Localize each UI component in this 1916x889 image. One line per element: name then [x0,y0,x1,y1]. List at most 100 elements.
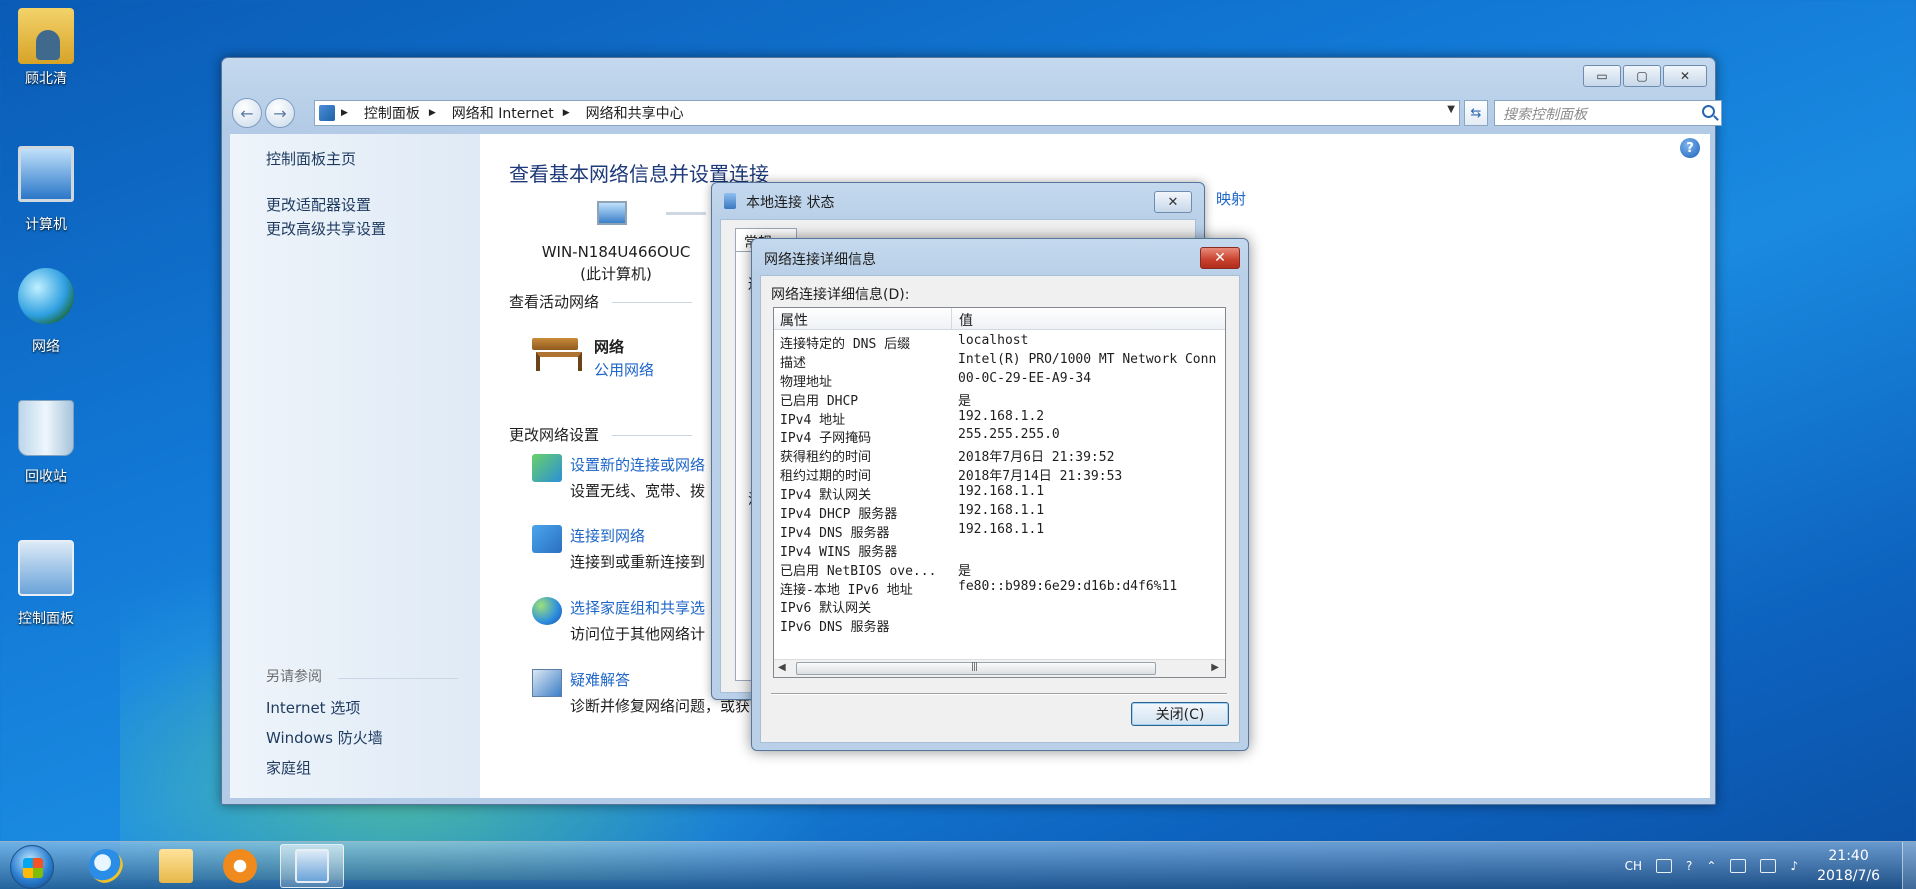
search-icon[interactable] [1702,105,1715,118]
search-input[interactable]: 搜索控制面板 [1494,100,1722,126]
volume-icon[interactable]: ♪ [1790,859,1798,873]
property-cell: IPv6 默认网关 [780,601,872,617]
arrow-right-icon: → [273,103,287,123]
list-item[interactable]: IPv4 默认网关 192.168.1.1 [774,483,1225,504]
desktop-icon-recycle-bin[interactable]: 回收站 [6,400,86,486]
property-cell: 已启用 DHCP [780,393,859,409]
breadcrumb-sharing-center[interactable]: 网络和共享中心 [586,103,684,123]
list-item[interactable]: 已启用 DHCP 是 [774,389,1225,409]
address-bar[interactable]: ▶ 控制面板 ▶ 网络和 Internet ▶ 网络和共享中心 ▼ [314,100,1460,126]
list-item[interactable]: 获得租约的时间 2018年7月6日 21:39:52 [774,445,1225,466]
list-item[interactable]: IPv4 DNS 服务器 192.168.1.1 [774,521,1225,541]
left-item-advanced-sharing[interactable]: 更改高级共享设置 [266,218,386,239]
column-header-value[interactable]: 值 [953,308,979,330]
see-full-map-link[interactable]: 映射 [1216,188,1246,209]
network-connection-details-dialog: 网络连接详细信息 ✕ 网络连接详细信息(D): 属性 值 连接特定的 DNS 后… [751,238,1249,751]
left-item-windows-firewall[interactable]: Windows 防火墙 [266,727,383,748]
breadcrumb-label: 网络和共享中心 [585,106,684,122]
breadcrumb-network-internet[interactable]: 网络和 Internet ▶ [452,103,578,123]
list-item[interactable]: 描述 Intel(R) PRO/1000 MT Network Conn [774,351,1225,371]
value-cell: 2018年7月6日 21:39:52 [958,450,1115,466]
desktop-icon-user-folder[interactable]: 顾北清 [6,8,86,88]
refresh-button[interactable]: ⇆ [1464,100,1488,126]
clock-date: 2018/7/6 [1817,868,1880,884]
close-button[interactable]: ✕ [1200,247,1240,269]
desktop-icon-computer[interactable]: 计算机 [6,146,86,234]
network-name: 网络 [594,338,625,356]
scroll-right-icon[interactable]: ▶ [1211,662,1219,673]
value-cell: 255.255.255.0 [958,427,1060,443]
control-panel-icon [319,105,335,121]
network-type-link[interactable]: 公用网络 [594,359,654,380]
list-item[interactable]: 物理地址 00-0C-29-EE-A9-34 [774,370,1225,390]
desktop-icon-network[interactable]: 网络 [6,268,86,356]
network-tray-icon[interactable] [1760,859,1777,873]
left-item-control-panel-home[interactable]: 控制面板主页 [266,148,356,169]
close-dialog-button[interactable]: 关闭(C) [1131,702,1229,726]
keyboard-icon[interactable] [1656,859,1672,873]
details-list[interactable]: 属性 值 连接特定的 DNS 后缀 localhost 描述 Intel(R) PRO… [773,307,1226,678]
horizontal-scrollbar[interactable]: ◀ ||| ▶ [774,659,1225,677]
list-item[interactable]: 连接-本地 IPv6 地址 fe80::b989:6e29:d16b:d4f6%1… [774,578,1225,598]
breadcrumb-root[interactable]: ▶ [341,108,356,118]
help-icon[interactable]: ? [1680,138,1700,158]
taskbar: CH ? ⌃ ♪ 21:40 2018/7/6 [0,841,1916,889]
close-button[interactable]: ✕ [1154,191,1192,213]
scrollbar-thumb[interactable]: ||| [796,662,1156,675]
list-item[interactable]: IPv4 DHCP 服务器 192.168.1.1 [774,502,1225,522]
property-cell: IPv4 子网掩码 [780,431,872,447]
breadcrumb-control-panel[interactable]: 控制面板 ▶ [364,103,444,123]
desktop-icon-control-panel[interactable]: 控制面板 [6,540,86,628]
list-item[interactable]: IPv4 地址 192.168.1.2 [774,408,1225,428]
control-panel-icon [295,849,329,883]
task-link-troubleshoot[interactable]: 疑难解答 [570,669,630,690]
list-item[interactable]: 已启用 NetBIOS ove... 是 [774,559,1225,579]
task-link-new-connection[interactable]: 设置新的连接或网络 [570,454,705,475]
computer-sub-label: (此计算机) [580,265,652,283]
task-link-homegroup[interactable]: 选择家庭组和共享选 [570,597,705,618]
desktop-icon-label: 控制面板 [18,611,74,627]
property-cell: 租约过期的时间 [780,469,872,485]
property-cell: 连接特定的 DNS 后缀 [780,337,911,352]
forward-button[interactable]: → [265,98,295,128]
language-indicator[interactable]: CH [1625,859,1642,873]
network-map-line [666,212,706,215]
help-tray-icon[interactable]: ? [1686,859,1692,873]
maximize-button[interactable]: ▢ [1623,65,1661,87]
value-cell: 00-0C-29-EE-A9-34 [958,370,1092,386]
property-cell: 已启用 NetBIOS ove... [780,563,937,579]
clock[interactable]: 21:40 2018/7/6 [1817,846,1880,886]
show-desktop-button[interactable] [1902,842,1916,889]
list-item[interactable]: IPv4 WINS 服务器 [774,540,1225,560]
taskbar-ie[interactable] [74,844,138,888]
scroll-left-icon[interactable]: ◀ [778,662,786,673]
list-item[interactable]: 连接特定的 DNS 后缀 localhost [774,332,1225,352]
close-button[interactable]: ✕ [1663,65,1707,87]
user-folder-icon [18,8,74,64]
list-item[interactable]: IPv6 默认网关 [774,596,1225,617]
value-cell: 192.168.1.1 [958,484,1045,500]
left-item-internet-options[interactable]: Internet 选项 [266,697,360,718]
property-cell: IPv4 默认网关 [780,488,872,504]
list-item[interactable]: IPv6 DNS 服务器 [774,615,1225,635]
list-item[interactable]: IPv4 子网掩码 255.255.255.0 [774,426,1225,447]
minimize-button[interactable]: ▭ [1583,65,1621,87]
value-cell: Intel(R) PRO/1000 MT Network Conn [958,351,1217,367]
taskbar-control-panel[interactable] [280,844,344,888]
column-header-property[interactable]: 属性 [774,308,952,330]
left-item-homegroup[interactable]: 家庭组 [266,757,311,778]
back-button[interactable]: ← [232,98,262,128]
action-center-flag-icon[interactable] [1730,859,1747,873]
list-item[interactable]: 租约过期的时间 2018年7月14日 21:39:53 [774,464,1225,485]
start-button[interactable] [10,845,54,889]
taskbar-media-player[interactable] [208,844,272,888]
tray-arrow-icon[interactable]: ⌃ [1706,859,1716,873]
left-item-adapter-settings[interactable]: 更改适配器设置 [266,194,371,215]
chevron-down-icon[interactable]: ▼ [1447,104,1455,115]
task-link-connect[interactable]: 连接到网络 [570,525,645,546]
taskbar-explorer[interactable] [144,844,208,888]
chevron-right-icon: ▶ [341,108,348,118]
computer-icon [18,146,74,202]
control-panel-icon [18,540,74,596]
value-cell: 是 [958,563,972,579]
